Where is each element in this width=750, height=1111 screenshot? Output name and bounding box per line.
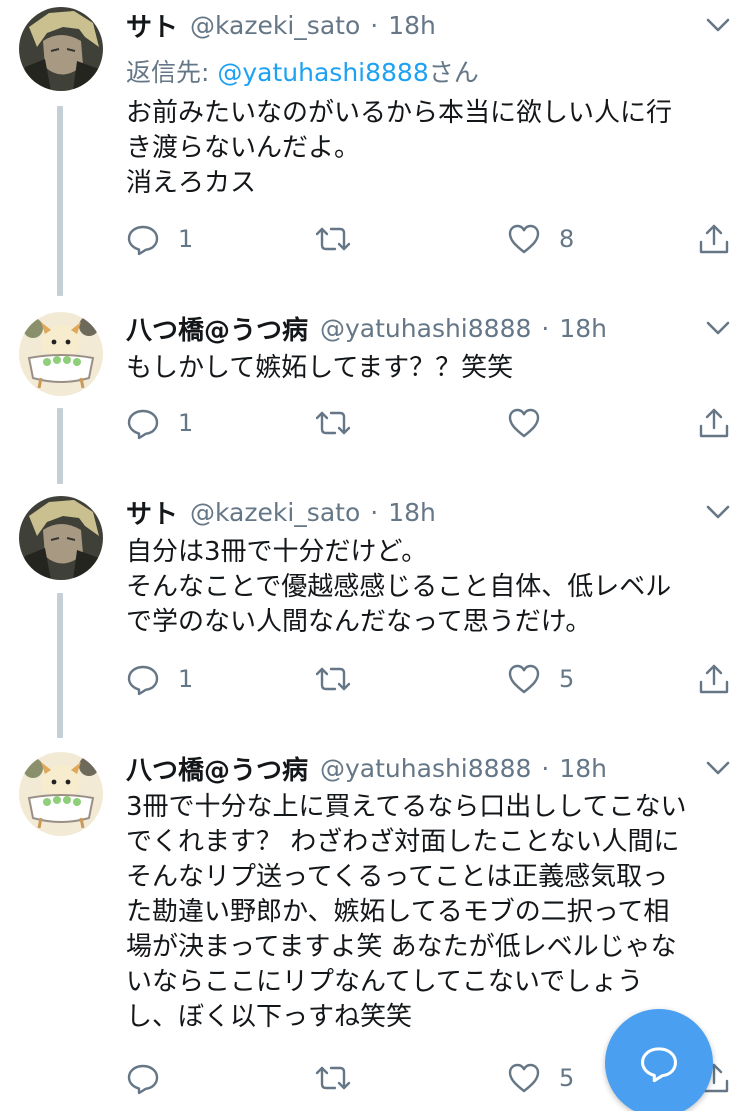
- tweet-text: もしかして嫉妬してます？？笑笑: [126, 351, 726, 386]
- share-icon: [699, 224, 729, 254]
- share-button[interactable]: [697, 403, 731, 443]
- tweet-text-line: き渡らないんだよ。: [126, 133, 361, 163]
- heart-icon: [508, 224, 540, 254]
- avatar[interactable]: [19, 496, 103, 580]
- share-icon: [699, 664, 729, 694]
- tweet-actions: 1: [126, 403, 736, 443]
- display-name[interactable]: サト: [126, 494, 178, 531]
- reply-icon: [127, 225, 159, 256]
- avatar[interactable]: [19, 752, 103, 836]
- tweet-header: 八つ橋@うつ病 @yatuhashi8888 · 18h: [126, 308, 607, 348]
- reply-button[interactable]: 1: [126, 659, 193, 699]
- tweet-text-line: でくれます？ わざわざ対面したことない人間に: [126, 827, 680, 857]
- display-name[interactable]: 八つ橋@うつ病: [126, 750, 308, 787]
- avatar[interactable]: [19, 7, 103, 91]
- share-button[interactable]: [697, 659, 731, 699]
- retweet-icon: [315, 227, 351, 251]
- like-button[interactable]: 5: [507, 659, 574, 699]
- reply-button[interactable]: [126, 1058, 178, 1098]
- mention-link[interactable]: @yatuhashi8888: [217, 58, 428, 87]
- share-button[interactable]: [697, 219, 731, 259]
- tweet-text: 3冊で十分な上に買えてるなら口出ししてこない でくれます？ わざわざ対面したこと…: [126, 790, 726, 1035]
- retweet-button[interactable]: [314, 1058, 370, 1098]
- separator-dot: ·: [541, 753, 550, 783]
- separator-dot: ·: [370, 497, 379, 527]
- reply-count: 1: [178, 665, 194, 693]
- reply-count: 1: [178, 409, 194, 437]
- replying-to-prefix: 返信先:: [126, 58, 218, 87]
- timestamp[interactable]: 18h: [559, 314, 607, 343]
- tweet-text: 自分は3冊で十分だけど。 そんなことで優越感感じること自体、低レベル で学のない…: [126, 535, 726, 640]
- reply-icon: [127, 665, 159, 696]
- retweet-button[interactable]: [314, 659, 370, 699]
- like-button[interactable]: [507, 403, 559, 443]
- user-handle[interactable]: @kazeki_sato: [190, 498, 360, 527]
- chevron-down-icon[interactable]: [704, 316, 732, 340]
- display-name[interactable]: 八つ橋@うつ病: [126, 310, 308, 347]
- retweet-icon: [315, 667, 351, 691]
- reply-button[interactable]: 1: [126, 219, 193, 259]
- compose-reply-button[interactable]: [605, 1009, 713, 1111]
- like-count: 5: [559, 1064, 575, 1092]
- user-handle[interactable]: @kazeki_sato: [190, 11, 360, 40]
- chevron-down-icon[interactable]: [704, 756, 732, 780]
- tweet-text-line: 3冊で十分な上に買えてるなら口出ししてこない: [126, 792, 687, 822]
- heart-icon: [508, 408, 540, 438]
- thread-line: [57, 106, 63, 296]
- display-name[interactable]: サト: [126, 7, 178, 44]
- separator-dot: ·: [370, 10, 379, 40]
- chevron-down-icon[interactable]: [704, 500, 732, 524]
- tweet-header: 八つ橋@うつ病 @yatuhashi8888 · 18h: [126, 748, 607, 788]
- like-button[interactable]: 5: [507, 1058, 574, 1098]
- share-icon: [699, 408, 729, 438]
- avatar[interactable]: [19, 312, 103, 396]
- replying-to: 返信先: @yatuhashi8888さん: [126, 53, 479, 89]
- thread-line: [57, 408, 63, 484]
- reply-count: 1: [178, 225, 194, 253]
- tweet-header: サト @kazeki_sato · 18h: [126, 5, 436, 45]
- timestamp[interactable]: 18h: [559, 754, 607, 783]
- tweet-text-line: そんなリプ送ってくるってことは正義感気取っ: [126, 862, 669, 892]
- timestamp[interactable]: 18h: [388, 498, 436, 527]
- user-handle[interactable]: @yatuhashi8888: [320, 754, 531, 783]
- retweet-button[interactable]: [314, 219, 370, 259]
- tweet-text-line: もしかして嫉妬してます？？笑笑: [126, 353, 514, 383]
- tweet-actions: 1 8: [126, 219, 736, 259]
- retweet-icon: [315, 1066, 351, 1090]
- replying-to-suffix: さん: [428, 58, 479, 87]
- timestamp[interactable]: 18h: [388, 11, 436, 40]
- reply-icon: [127, 1064, 159, 1095]
- user-handle[interactable]: @yatuhashi8888: [320, 314, 531, 343]
- tweet-text-line: 消えろカス: [126, 168, 257, 198]
- reply-icon: [127, 409, 159, 440]
- like-count: 8: [559, 225, 575, 253]
- like-button[interactable]: 8: [507, 219, 574, 259]
- compose-reply-icon: [641, 1047, 677, 1083]
- reply-button[interactable]: 1: [126, 403, 193, 443]
- tweet-header: サト @kazeki_sato · 18h: [126, 492, 436, 532]
- tweet-text-line: で学のない人間なんだなって思うだけ。: [126, 607, 592, 637]
- tweet-text-line: いならここにリプなんてしてこないでしょう: [126, 967, 644, 997]
- tweet-text: お前みたいなのがいるから本当に欲しい人に行 き渡らないんだよ。 消えろカス: [126, 96, 726, 201]
- tweet-text-line: お前みたいなのがいるから本当に欲しい人に行: [126, 98, 673, 128]
- heart-icon: [508, 664, 540, 694]
- retweet-button[interactable]: [314, 403, 370, 443]
- tweet-actions: 1 5: [126, 659, 736, 699]
- tweet-text-line: 場が決まってますよ笑 あなたが低レベルじゃな: [126, 932, 677, 962]
- like-count: 5: [559, 665, 575, 693]
- tweet-text-line: そんなことで優越感感じること自体、低レベル: [126, 572, 672, 602]
- retweet-icon: [315, 411, 351, 435]
- chevron-down-icon[interactable]: [704, 13, 732, 37]
- heart-icon: [508, 1063, 540, 1093]
- thread-line: [57, 593, 63, 738]
- separator-dot: ·: [541, 313, 550, 343]
- tweet-text-line: た勘違い野郎か、嫉妬してるモブの二択って相: [126, 897, 670, 927]
- tweet-text-line: 自分は3冊で十分だけど。: [126, 537, 428, 567]
